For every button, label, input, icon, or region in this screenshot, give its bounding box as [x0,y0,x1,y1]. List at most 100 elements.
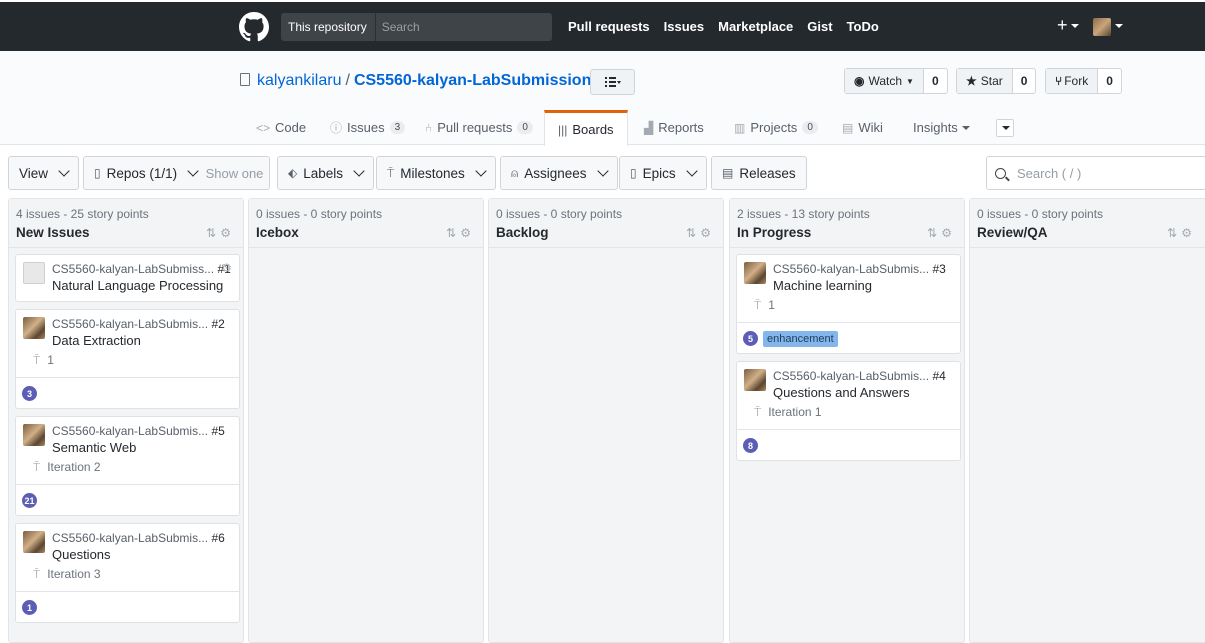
issue-card[interactable]: CS5560-kalyan-LabSubmis... #3 Machine le… [736,254,961,354]
gear-icon[interactable]: ⚙ [221,261,232,275]
pipeline-name: Backlog [496,225,549,240]
star-icon: ★ [966,74,977,88]
card-milestone: Iteration 2 [47,460,101,474]
estimate-badge: 8 [743,438,758,453]
sort-icon[interactable]: ⇅ [446,226,460,240]
boards-icon: ||| [558,122,568,137]
issue-card[interactable]: CS5560-kalyan-LabSubmis... #4 Questions … [736,361,961,461]
assignees-button[interactable]: ⍝ Assignees [500,156,618,190]
milestone-icon: ⍑ [33,353,41,367]
labels-button[interactable]: ⬖ Labels [277,156,375,190]
card-footer: 3 [16,377,239,409]
pipeline-in-progress: 2 issues - 13 story points In Progress ⇅… [729,198,965,643]
tag-icon: ⬖ [288,166,298,180]
card-title: Semantic Web [52,440,137,455]
sort-icon[interactable]: ⇅ [927,226,941,240]
user-avatar[interactable] [1093,18,1111,36]
avatar [744,369,766,391]
card-number: #6 [211,531,225,545]
tab-code[interactable]: <> Code [256,110,306,145]
tab-issues[interactable]: ⓘ Issues 3 [330,110,406,145]
pipeline-name: Icebox [256,225,299,240]
gear-icon[interactable]: ⚙ [460,226,475,240]
plus-icon[interactable]: + [1057,15,1068,36]
milestone-icon: ⍑ [33,460,41,474]
repos-button[interactable]: ▯ Repos (1/1) [83,156,209,190]
issue-card[interactable]: CS5560-kalyan-LabSubmis... #5 Semantic W… [15,416,240,516]
show-one-button[interactable]: Show one [200,156,270,190]
gear-icon[interactable]: ⚙ [1181,226,1196,240]
milestones-button[interactable]: ⍑ Milestones [376,156,496,190]
sort-icon[interactable]: ⇅ [686,226,700,240]
star-button[interactable]: ★ Star 0 [956,68,1037,94]
pipeline-meta: 0 issues - 0 story points [977,207,1104,221]
repo-name-link[interactable]: CS5560-kalyan-LabSubmission [354,72,591,89]
nav-todo[interactable]: ToDo [847,19,879,34]
tab-insights[interactable]: Insights [913,110,970,145]
nav-gist[interactable]: Gist [807,19,832,34]
issue-card[interactable]: CS5560-kalyan-LabSubmis... #2 Data Extra… [15,309,240,409]
card-repo: CS5560-kalyan-LabSubmis... [52,424,209,438]
milestone-icon: ⍑ [387,165,395,180]
gear-icon[interactable]: ⚙ [941,226,956,240]
chevron-down-icon [187,165,199,177]
pipeline-icebox: 0 issues - 0 story points Icebox ⇅⚙ [248,198,484,643]
issue-card[interactable]: CS5560-kalyan-LabSubmiss... #1 Natural L… [15,254,240,302]
estimate-badge: 3 [22,386,37,401]
nav-pull-requests[interactable]: Pull requests [568,19,650,34]
epics-button[interactable]: ▯ Epics [619,156,707,190]
chevron-down-icon [58,165,70,177]
list-icon [604,77,621,87]
card-repo: CS5560-kalyan-LabSubmis... [773,369,930,383]
fork-button[interactable]: ⑂ Fork 0 [1045,68,1122,94]
repo-tabs: <> Code ⓘ Issues 3 ⑃ Pull requests 0 ||| Board… [0,110,1205,146]
card-repo: CS5560-kalyan-LabSubmis... [52,531,209,545]
label-enhancement[interactable]: enhancement [763,331,838,347]
pipeline-meta: 2 issues - 13 story points [737,207,870,221]
tabs-dropdown-button[interactable] [996,119,1014,137]
pipeline-header: 2 issues - 13 story points In Progress ⇅… [730,199,964,248]
watch-count[interactable]: 0 [924,69,947,93]
tab-reports[interactable]: ▟ Reports [644,110,704,145]
repo-menu-button[interactable] [590,69,635,95]
search-scope-label: This repository [281,13,376,41]
repo-owner-link[interactable]: kalyankilaru [257,72,341,89]
pipeline-header: 0 issues - 0 story points Icebox ⇅⚙ [249,199,483,248]
watch-button[interactable]: ◉ Watch ▼ 0 [844,68,948,94]
github-logo-icon[interactable] [239,12,269,42]
search-icon [995,167,1006,179]
header-search-input[interactable]: Search [376,20,420,34]
avatar [23,262,45,284]
header-search[interactable]: This repository Search [281,13,552,41]
milestone-icon: ⍑ [754,298,762,312]
sort-icon[interactable]: ⇅ [1167,226,1181,240]
pipeline-meta: 0 issues - 0 story points [496,207,623,221]
repo-separator: / [345,72,350,89]
star-count[interactable]: 0 [1013,69,1036,93]
board-search-input[interactable]: Search ( / ) [986,156,1205,190]
card-milestone: 1 [768,298,775,312]
sort-icon[interactable]: ⇅ [206,226,220,240]
nav-issues[interactable]: Issues [664,19,704,34]
fork-icon: ⑂ [1055,74,1063,88]
projects-count: 0 [802,121,818,134]
card-title: Machine learning [773,278,873,293]
gear-icon[interactable]: ⚙ [700,226,715,240]
book-icon: ▤ [842,120,854,135]
issue-card[interactable]: CS5560-kalyan-LabSubmis... #6 Questions … [15,523,240,623]
estimate-badge: 5 [743,331,758,346]
tab-projects[interactable]: ▥ Projects 0 [734,110,818,145]
nav-marketplace[interactable]: Marketplace [718,19,793,34]
tab-pull-requests[interactable]: ⑃ Pull requests 0 [425,110,533,145]
tab-wiki[interactable]: ▤ Wiki [842,110,883,145]
releases-button[interactable]: ▤ Releases [711,156,807,190]
chevron-down-icon [353,165,365,177]
fork-count[interactable]: 0 [1098,69,1121,93]
view-button[interactable]: View [8,156,80,190]
repo-title: kalyankilaru / CS5560-kalyan-LabSubmission [257,72,591,90]
milestone-icon: ⍑ [754,405,762,419]
card-footer: 1 [16,591,239,623]
gear-icon[interactable]: ⚙ [220,226,235,240]
tab-boards[interactable]: ||| Boards [544,110,628,146]
card-repo: CS5560-kalyan-LabSubmis... [773,262,930,276]
